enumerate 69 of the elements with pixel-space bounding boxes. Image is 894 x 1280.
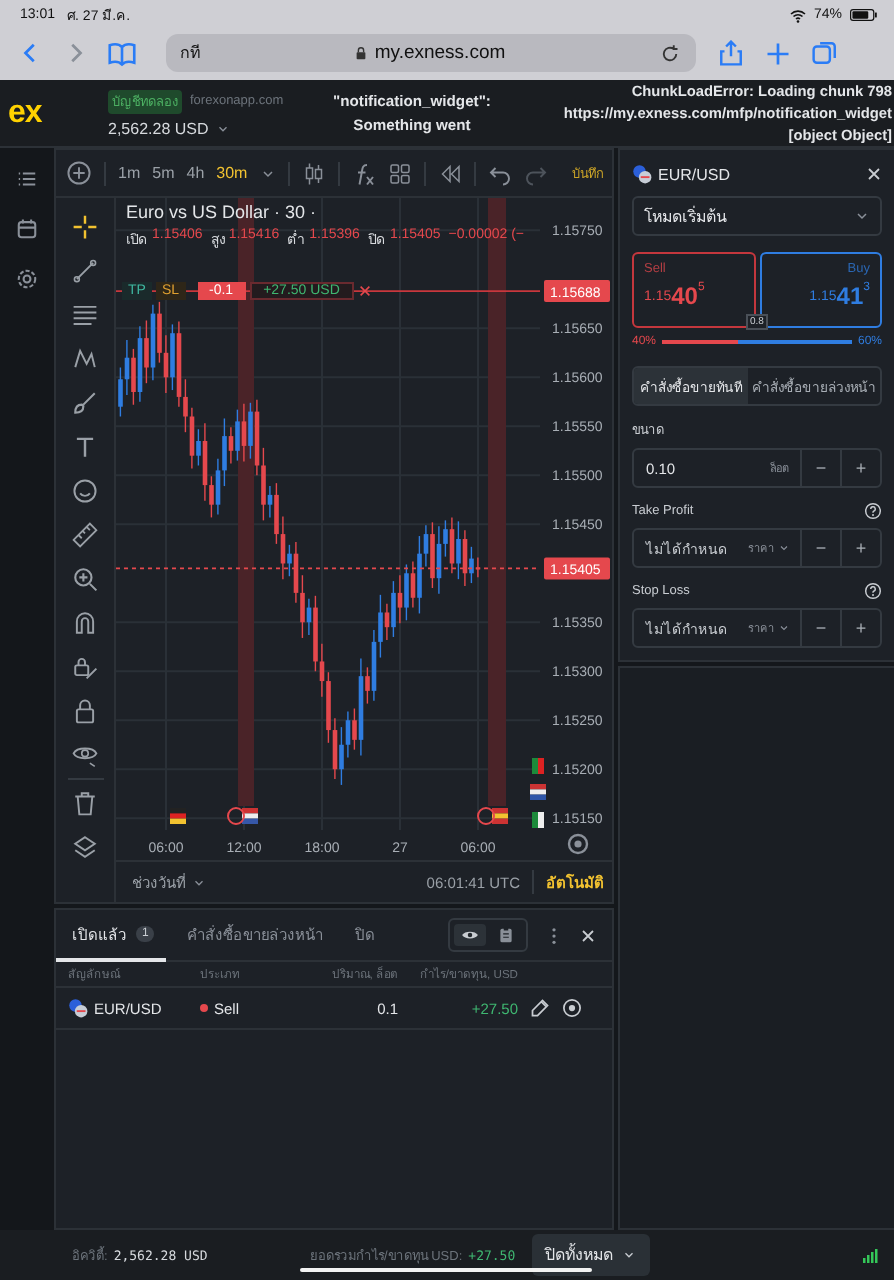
view-mode-toggle[interactable] <box>448 918 528 952</box>
battery-icon <box>850 8 878 22</box>
settings-icon[interactable] <box>567 833 589 855</box>
close-order-icon[interactable] <box>357 284 372 299</box>
layers-icon[interactable] <box>72 834 98 860</box>
flag-icon <box>242 808 258 824</box>
logo[interactable]: ex <box>8 95 64 131</box>
pattern-icon[interactable] <box>72 346 98 372</box>
flag-icon <box>532 812 544 828</box>
eye-icon[interactable] <box>454 924 486 946</box>
caret-icon <box>216 121 231 135</box>
new-tab-icon[interactable] <box>766 41 790 65</box>
currency-pair-icon <box>68 998 88 1018</box>
flag-icon <box>532 758 544 774</box>
ruler-icon[interactable] <box>72 522 98 548</box>
flag-icon <box>530 784 546 800</box>
fibonacci-icon[interactable] <box>72 302 98 328</box>
help-icon <box>864 582 882 600</box>
lock-icon <box>354 46 369 60</box>
chevron-down-icon[interactable] <box>259 165 276 181</box>
candles-icon[interactable] <box>301 161 326 185</box>
wifi-icon <box>789 7 806 23</box>
timeframe-tab[interactable]: 30m <box>216 164 248 182</box>
mode-dropdown[interactable]: โหมดเริ่มต้น <box>632 196 882 236</box>
caret-icon <box>192 875 206 889</box>
trash-icon[interactable] <box>72 790 98 816</box>
bookmarks-icon[interactable] <box>108 39 136 67</box>
lock-icon[interactable] <box>72 698 98 724</box>
eye-icon[interactable] <box>72 742 98 768</box>
caret-icon <box>621 1248 636 1262</box>
url-text: my.exness.com <box>374 42 506 64</box>
chart-title: Euro vs US Dollar · 30 · <box>126 202 319 222</box>
text-tool-icon[interactable] <box>72 434 98 460</box>
settings-icon[interactable] <box>16 268 38 290</box>
edit-icon[interactable] <box>530 998 550 1018</box>
timeframe-tab[interactable]: 4h <box>186 164 205 182</box>
currency-pair-icon <box>632 164 652 184</box>
flag-icon <box>170 808 186 824</box>
list-icon[interactable] <box>16 168 38 190</box>
event-marker <box>477 807 495 825</box>
event-marker <box>227 807 245 825</box>
replay-icon[interactable] <box>437 161 462 185</box>
timeframe-tab[interactable]: 5m <box>152 164 175 182</box>
chevron-down-icon <box>854 208 870 224</box>
close-icon[interactable] <box>580 927 596 943</box>
text-size-button[interactable]: กที <box>180 40 200 66</box>
emoji-icon[interactable] <box>72 478 98 504</box>
reload-icon[interactable] <box>660 43 681 63</box>
calendar-icon[interactable] <box>16 218 38 240</box>
close-all-button[interactable]: ปิดทั้งหมด <box>531 1234 650 1276</box>
timeframe-tab[interactable]: 1m <box>118 164 141 182</box>
lock-pencil-icon[interactable] <box>72 654 98 680</box>
zoom-in-icon[interactable] <box>72 566 98 592</box>
close-position-icon[interactable] <box>562 998 582 1018</box>
crosshair-icon[interactable] <box>72 214 98 240</box>
add-indicator-icon[interactable] <box>66 160 92 186</box>
share-icon[interactable] <box>718 40 744 66</box>
grid-icon[interactable] <box>387 161 412 185</box>
symbol-title: EUR/USD <box>658 165 731 183</box>
address-bar[interactable]: กที my.exness.com <box>166 34 696 72</box>
tabs-icon[interactable] <box>812 40 838 66</box>
close-icon[interactable] <box>866 166 882 182</box>
brush-icon[interactable] <box>72 390 98 416</box>
trend-line-icon[interactable] <box>72 258 98 284</box>
signal-icon <box>862 1247 878 1263</box>
help-icon <box>864 502 882 520</box>
magnet-icon[interactable] <box>72 610 98 636</box>
flag-icon <box>492 808 508 824</box>
balance-selector[interactable]: 2,562.28 USD <box>108 119 320 137</box>
